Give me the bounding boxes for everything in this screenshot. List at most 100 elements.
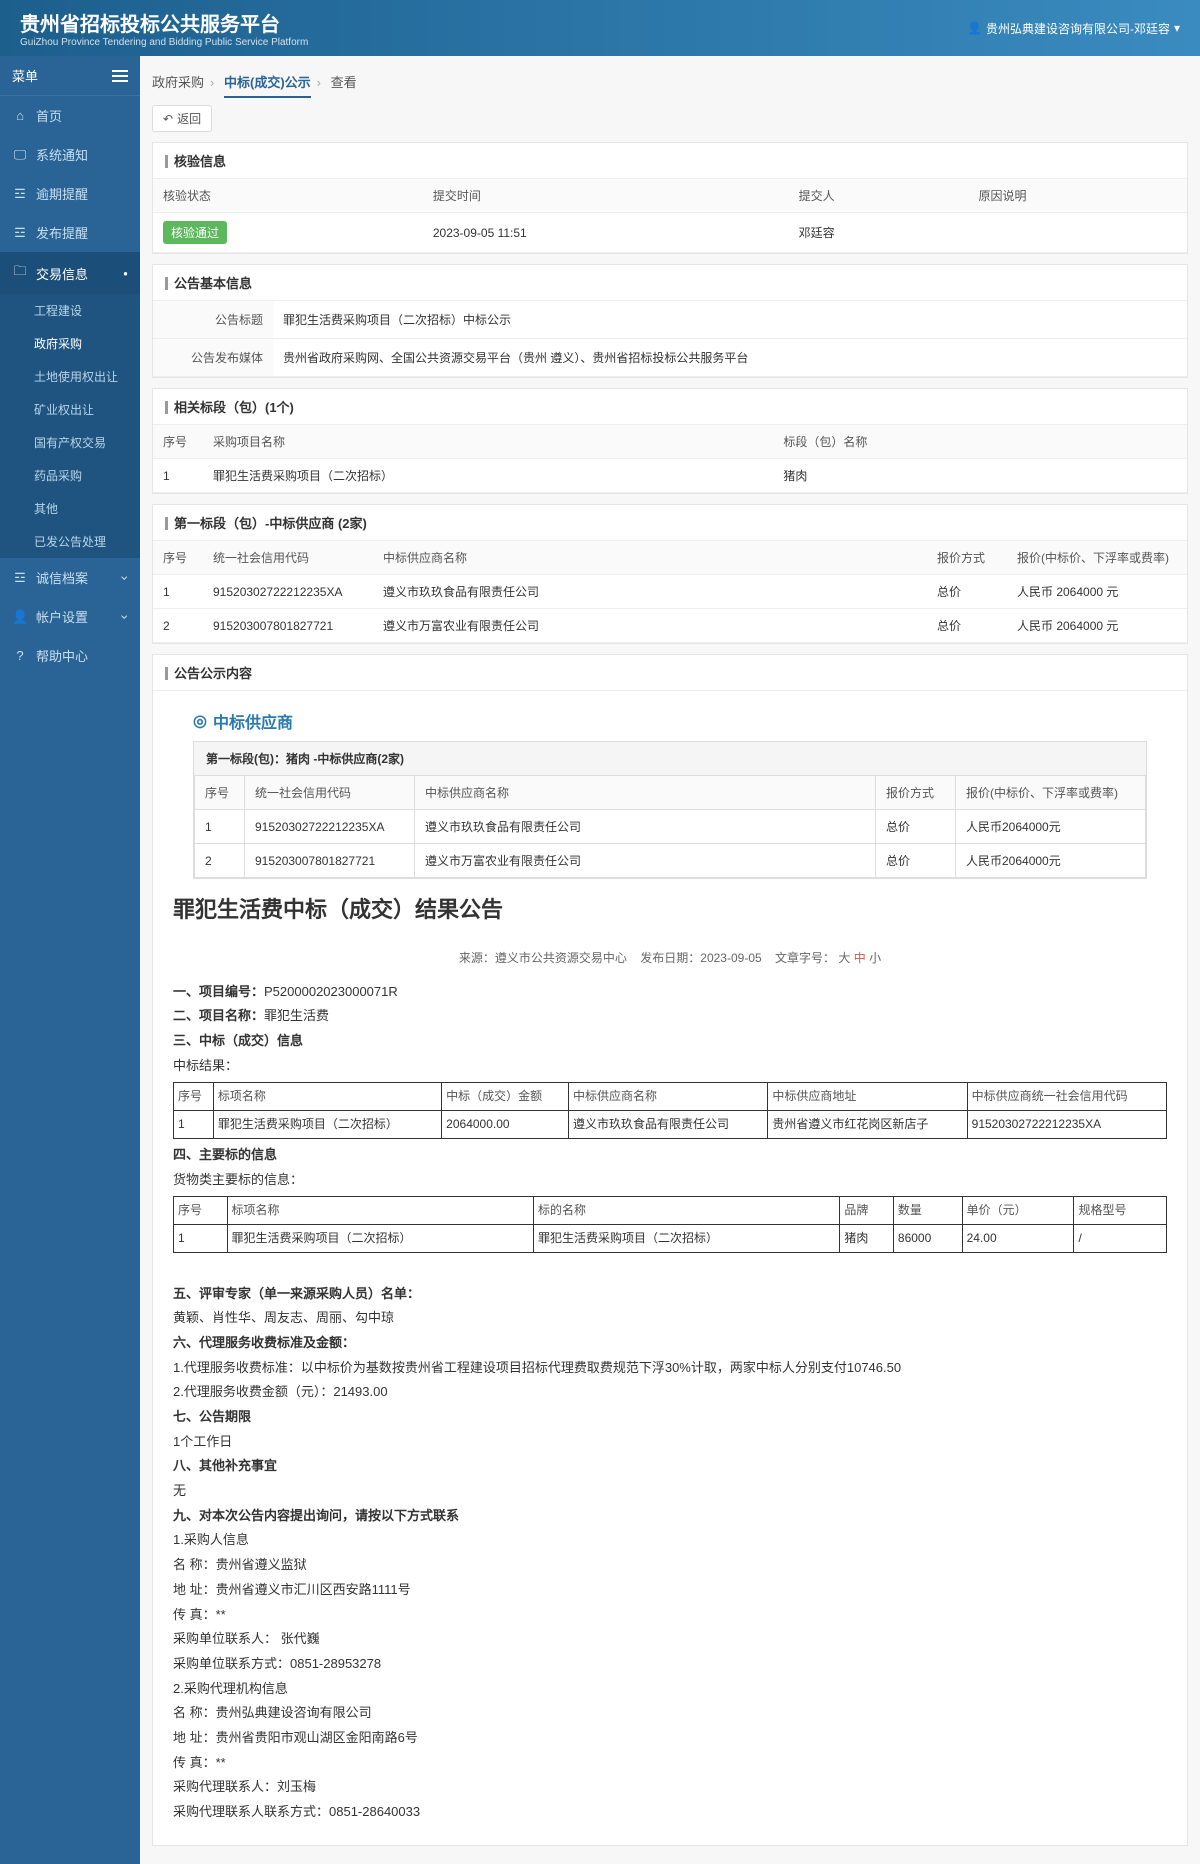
panel-content-title: 公告公示内容 bbox=[153, 655, 1187, 691]
c1e: 采购单位联系方式：0851-28953278 bbox=[173, 1652, 1167, 1677]
l1v: P5200002023000071R bbox=[264, 984, 398, 999]
back-button[interactable]: 返回 bbox=[152, 105, 212, 132]
sidebar-head: 菜单 bbox=[0, 56, 140, 96]
td: 罪犯生活费采购项目（二次招标） bbox=[213, 1111, 441, 1139]
list-icon: ☲ bbox=[12, 570, 28, 586]
l9: 九、对本次公告内容提出询问，请按以下方式联系 bbox=[173, 1508, 459, 1523]
nav-account[interactable]: 👤 帐户设置 bbox=[0, 597, 140, 636]
subnav-land[interactable]: 土地使用权出让 bbox=[0, 360, 140, 393]
inner-table: 序号 统一社会信用代码 中标供应商名称 报价方式 报价(中标价、下浮率或费率) … bbox=[194, 775, 1146, 878]
td: 86000 bbox=[893, 1225, 962, 1253]
subnav-other[interactable]: 其他 bbox=[0, 492, 140, 525]
subnav-gov-purchase[interactable]: 政府采购 bbox=[0, 327, 140, 360]
th: 报价(中标价、下浮率或费率) bbox=[1007, 541, 1187, 575]
td: 遵义市万富农业有限责任公司 bbox=[373, 609, 927, 643]
td: 1 bbox=[195, 810, 245, 844]
panel-sections: 相关标段（包）(1个) 序号 采购项目名称 标段（包）名称 1 罪犯生活费采购项… bbox=[152, 388, 1188, 494]
th: 采购项目名称 bbox=[203, 425, 773, 459]
td: 1 bbox=[153, 575, 203, 609]
nav-system-notice[interactable]: 🖵 系统通知 bbox=[0, 135, 140, 174]
th: 中标供应商名称 bbox=[415, 776, 876, 810]
panel-verify-title: 核验信息 bbox=[153, 143, 1187, 179]
font-mid[interactable]: 中 bbox=[854, 951, 866, 965]
subnav-construction[interactable]: 工程建设 bbox=[0, 294, 140, 327]
inner-tab: 第一标段(包)：猪肉 -中标供应商(2家) bbox=[194, 742, 1146, 775]
td: 91520302722212235XA bbox=[967, 1111, 1166, 1139]
goods-table: 序号 标项名称 标的名称 品牌 数量 单价（元） 规格型号 1 罪犯生活费采购项… bbox=[173, 1196, 1167, 1253]
subnav-state-property[interactable]: 国有产权交易 bbox=[0, 426, 140, 459]
sidebar-head-label: 菜单 bbox=[12, 66, 38, 85]
nav-label: 系统通知 bbox=[36, 145, 88, 164]
l6a: 1.代理服务收费标准：以中标价为基数按贵州省工程建设项目招标代理费取费规范下浮3… bbox=[173, 1356, 1167, 1381]
l3a: 中标结果： bbox=[173, 1054, 1167, 1079]
th: 提交时间 bbox=[423, 179, 789, 213]
th: 序号 bbox=[195, 776, 245, 810]
th: 序号 bbox=[153, 541, 203, 575]
td: 1 bbox=[174, 1111, 214, 1139]
c2d: 采购代理联系人：刘玉梅 bbox=[173, 1775, 1167, 1800]
td: 遵义市玖玖食品有限责任公司 bbox=[373, 575, 927, 609]
td: 遵义市万富农业有限责任公司 bbox=[415, 844, 876, 878]
th: 标项名称 bbox=[213, 1083, 441, 1111]
menu-toggle-icon[interactable] bbox=[112, 70, 128, 82]
th: 单价（元） bbox=[962, 1197, 1074, 1225]
th: 报价(中标价、下浮率或费率) bbox=[956, 776, 1146, 810]
table-row: 2 915203007801827721 遵义市万富农业有限责任公司 总价 人民… bbox=[195, 844, 1146, 878]
nav-transaction[interactable]: 🗀交易信息 bbox=[0, 252, 140, 294]
font-big[interactable]: 大 bbox=[838, 951, 850, 965]
th: 中标（成交）金额 bbox=[442, 1083, 569, 1111]
td: 91520302722212235XA bbox=[203, 575, 373, 609]
c2e: 采购代理联系人联系方式：0851-28640033 bbox=[173, 1800, 1167, 1825]
nav-home[interactable]: ⌂ 首页 bbox=[0, 96, 140, 135]
l8: 八、其他补充事宜 bbox=[173, 1458, 277, 1473]
kv-label: 公告标题 bbox=[153, 301, 273, 338]
home-icon: ⌂ bbox=[12, 108, 28, 123]
th: 标的名称 bbox=[533, 1197, 839, 1225]
th: 提交人 bbox=[789, 179, 969, 213]
subnav-mining[interactable]: 矿业权出让 bbox=[0, 393, 140, 426]
c2a: 名 称：贵州弘典建设咨询有限公司 bbox=[173, 1701, 1167, 1726]
nav-help[interactable]: ? 帮助中心 bbox=[0, 636, 140, 675]
table-row: 核验通过 2023-09-05 11:51 邓廷容 bbox=[153, 213, 1187, 253]
user-menu[interactable]: 贵州弘典建设咨询有限公司-邓廷容 bbox=[967, 20, 1180, 37]
th: 序号 bbox=[153, 425, 203, 459]
panel-basic-title: 公告基本信息 bbox=[153, 265, 1187, 301]
nav-label: 帐户设置 bbox=[36, 607, 88, 626]
th: 规格型号 bbox=[1074, 1197, 1167, 1225]
verify-table: 核验状态 提交时间 提交人 原因说明 核验通过 2023-09-05 11:51… bbox=[153, 179, 1187, 253]
article-body: 罪犯生活费中标（成交）结果公告 来源：遵义市公共资源交易中心 发布日期：2023… bbox=[153, 889, 1187, 1845]
app-header: 贵州省招标投标公共服务平台 GuiZhou Province Tendering… bbox=[0, 0, 1200, 56]
th: 统一社会信用代码 bbox=[245, 776, 415, 810]
table-row: 1 91520302722212235XA 遵义市玖玖食品有限责任公司 总价 人… bbox=[153, 575, 1187, 609]
th: 报价方式 bbox=[876, 776, 956, 810]
td: 1 bbox=[174, 1225, 228, 1253]
td: 人民币 2064000 元 bbox=[1007, 609, 1187, 643]
td: 人民币2064000元 bbox=[956, 810, 1146, 844]
monitor-icon: 🖵 bbox=[12, 147, 28, 163]
th: 中标供应商统一社会信用代码 bbox=[967, 1083, 1166, 1111]
panel-bidders: 第一标段（包）-中标供应商 (2家) 序号 统一社会信用代码 中标供应商名称 报… bbox=[152, 504, 1188, 644]
subnav-published[interactable]: 已发公告处理 bbox=[0, 525, 140, 558]
subnav-drug[interactable]: 药品采购 bbox=[0, 459, 140, 492]
bc-a[interactable]: 政府采购 bbox=[152, 75, 204, 90]
nav-publish[interactable]: ☲发布提醒 bbox=[0, 213, 140, 252]
th: 中标供应商名称 bbox=[373, 541, 927, 575]
c2c: 传 真：** bbox=[173, 1751, 1167, 1776]
panel-basic: 公告基本信息 公告标题 罪犯生活费采购项目（二次招标）中标公示 公告发布媒体 贵… bbox=[152, 264, 1188, 378]
user-icon: 👤 bbox=[12, 609, 28, 625]
status-badge: 核验通过 bbox=[163, 221, 227, 244]
td: 遵义市玖玖食品有限责任公司 bbox=[569, 1111, 768, 1139]
l2: 二、项目名称： bbox=[173, 1008, 264, 1023]
td: 2064000.00 bbox=[442, 1111, 569, 1139]
bc-c: 查看 bbox=[331, 75, 357, 90]
nav-credit[interactable]: ☲诚信档案 bbox=[0, 558, 140, 597]
nav-label: 首页 bbox=[36, 106, 62, 125]
bidders-table: 序号 统一社会信用代码 中标供应商名称 报价方式 报价(中标价、下浮率或费率) … bbox=[153, 541, 1187, 643]
td: 罪犯生活费采购项目（二次招标） bbox=[533, 1225, 839, 1253]
font-small[interactable]: 小 bbox=[869, 951, 881, 965]
nav-overdue[interactable]: ☲逾期提醒 bbox=[0, 174, 140, 213]
help-icon: ? bbox=[12, 648, 28, 663]
l5v: 黄颖、肖性华、周友志、周丽、勾中琼 bbox=[173, 1306, 1167, 1331]
bc-b[interactable]: 中标(成交)公示 bbox=[224, 75, 311, 98]
nav-label: 帮助中心 bbox=[36, 646, 88, 665]
